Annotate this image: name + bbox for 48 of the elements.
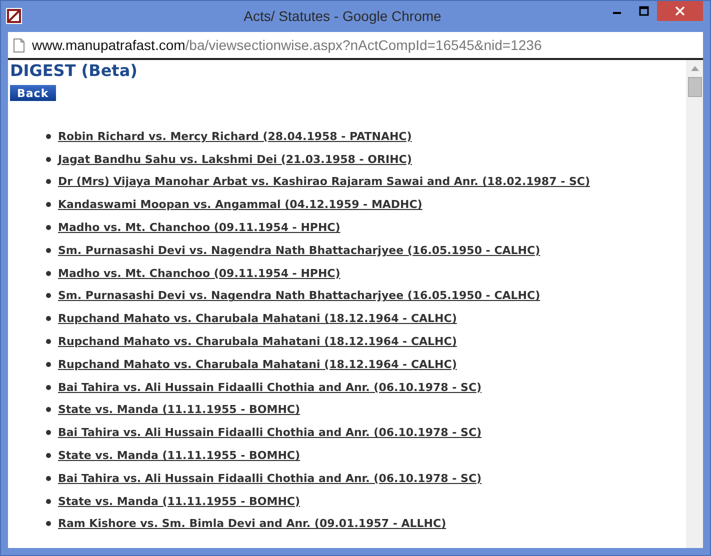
case-link[interactable]: Dr (Mrs) Vijaya Manohar Arbat vs. Kashirao Rajaram Sawai and Anr. (18.02.1987 - SC) — [58, 175, 590, 188]
case-link[interactable]: Madho vs. Mt. Chanchoo (09.11.1954 - HPHC) — [58, 266, 340, 280]
back-button[interactable]: Back — [10, 85, 56, 101]
case-link[interactable]: Sm. Purnasashi Devi vs. Nagendra Nath Bhattacharjyee (16.05.1950 - CALHC) — [58, 244, 540, 257]
address-bar[interactable]: www.manupatrafast.com/ba/viewsectionwise.aspx?nActCompId=16545&nid=1236 — [8, 32, 703, 60]
bullet-icon — [46, 134, 51, 139]
case-link[interactable]: Kandaswami Moopan vs. Angammal (04.12.1959 - MADHC) — [58, 198, 422, 212]
case-link[interactable]: Jagat Bandhu Sahu vs. Lakshmi Dei (21.03.1958 - ORIHC) — [58, 152, 412, 166]
case-link[interactable]: State vs. Manda (11.11.1955 - BOMHC) — [58, 494, 300, 508]
bullet-icon — [46, 430, 51, 436]
bullet-icon — [46, 316, 51, 322]
scrollbar[interactable] — [686, 60, 703, 548]
case-link[interactable]: Ram Kishore vs. Sm. Bimla Devi and Anr. (09.01.1957 - ALLHC) — [58, 517, 446, 530]
bullet-icon — [46, 384, 51, 390]
bullet-icon — [46, 293, 51, 298]
bullet-icon — [46, 362, 51, 367]
url-text: www.manupatrafast.com/ba/viewsectionwise.aspx?nActCompId=16545&nid=1236 — [32, 37, 542, 53]
bullet-icon — [46, 179, 51, 184]
case-link[interactable]: Madho vs. Mt. Chanchoo (09.11.1954 - HPHC) — [58, 221, 340, 234]
close-icon — [675, 6, 685, 16]
case-link[interactable]: Rupchand Mahato vs. Charubala Mahatani (18.12.1964 - CALHC) — [58, 312, 457, 326]
bullet-icon — [46, 407, 51, 412]
case-link[interactable]: Rupchand Mahato vs. Charubala Mahatani (18.12.1964 - CALHC) — [58, 335, 457, 348]
maximize-icon — [638, 6, 648, 16]
case-link[interactable]: Bai Tahira vs. Ali Hussain Fidaalli Chothia and Anr. (06.10.1978 - SC) — [58, 472, 482, 485]
close-button[interactable] — [657, 1, 703, 21]
bullet-icon — [46, 498, 51, 504]
case-link[interactable]: Bai Tahira vs. Ali Hussain Fidaalli Chothia and Anr. (06.10.1978 - SC) — [58, 426, 482, 440]
case-link[interactable]: Sm. Purnasashi Devi vs. Nagendra Nath Bhattacharjyee (16.05.1950 - CALHC) — [58, 289, 540, 302]
bullet-icon — [46, 476, 51, 481]
bullet-icon — [46, 339, 51, 344]
bullet-icon — [46, 225, 51, 230]
case-link[interactable]: Bai Tahira vs. Ali Hussain Fidaalli Chothia and Anr. (06.10.1978 - SC) — [58, 380, 482, 394]
bullet-icon — [46, 453, 51, 458]
app-icon — [6, 8, 22, 24]
bullet-icon — [46, 521, 51, 526]
scroll-thumb[interactable] — [688, 77, 702, 97]
case-link[interactable]: Rupchand Mahato vs. Charubala Mahatani (18.12.1964 - CALHC) — [58, 358, 457, 371]
page-heading: DIGEST (Beta) — [10, 62, 138, 80]
case-link[interactable]: State vs. Manda (11.11.1955 - BOMHC) — [58, 403, 300, 416]
case-link[interactable]: State vs. Manda (11.11.1955 - BOMHC) — [58, 449, 300, 462]
bullet-icon — [46, 248, 51, 253]
page-icon — [13, 38, 25, 52]
bullet-icon — [46, 156, 51, 162]
case-link[interactable]: Robin Richard vs. Mercy Richard (28.04.1958 - PATNAHC) — [58, 130, 412, 143]
bullet-icon — [46, 202, 51, 208]
window-title: Acts/ Statutes - Google Chrome — [242, 8, 442, 24]
bullet-icon — [46, 270, 51, 276]
